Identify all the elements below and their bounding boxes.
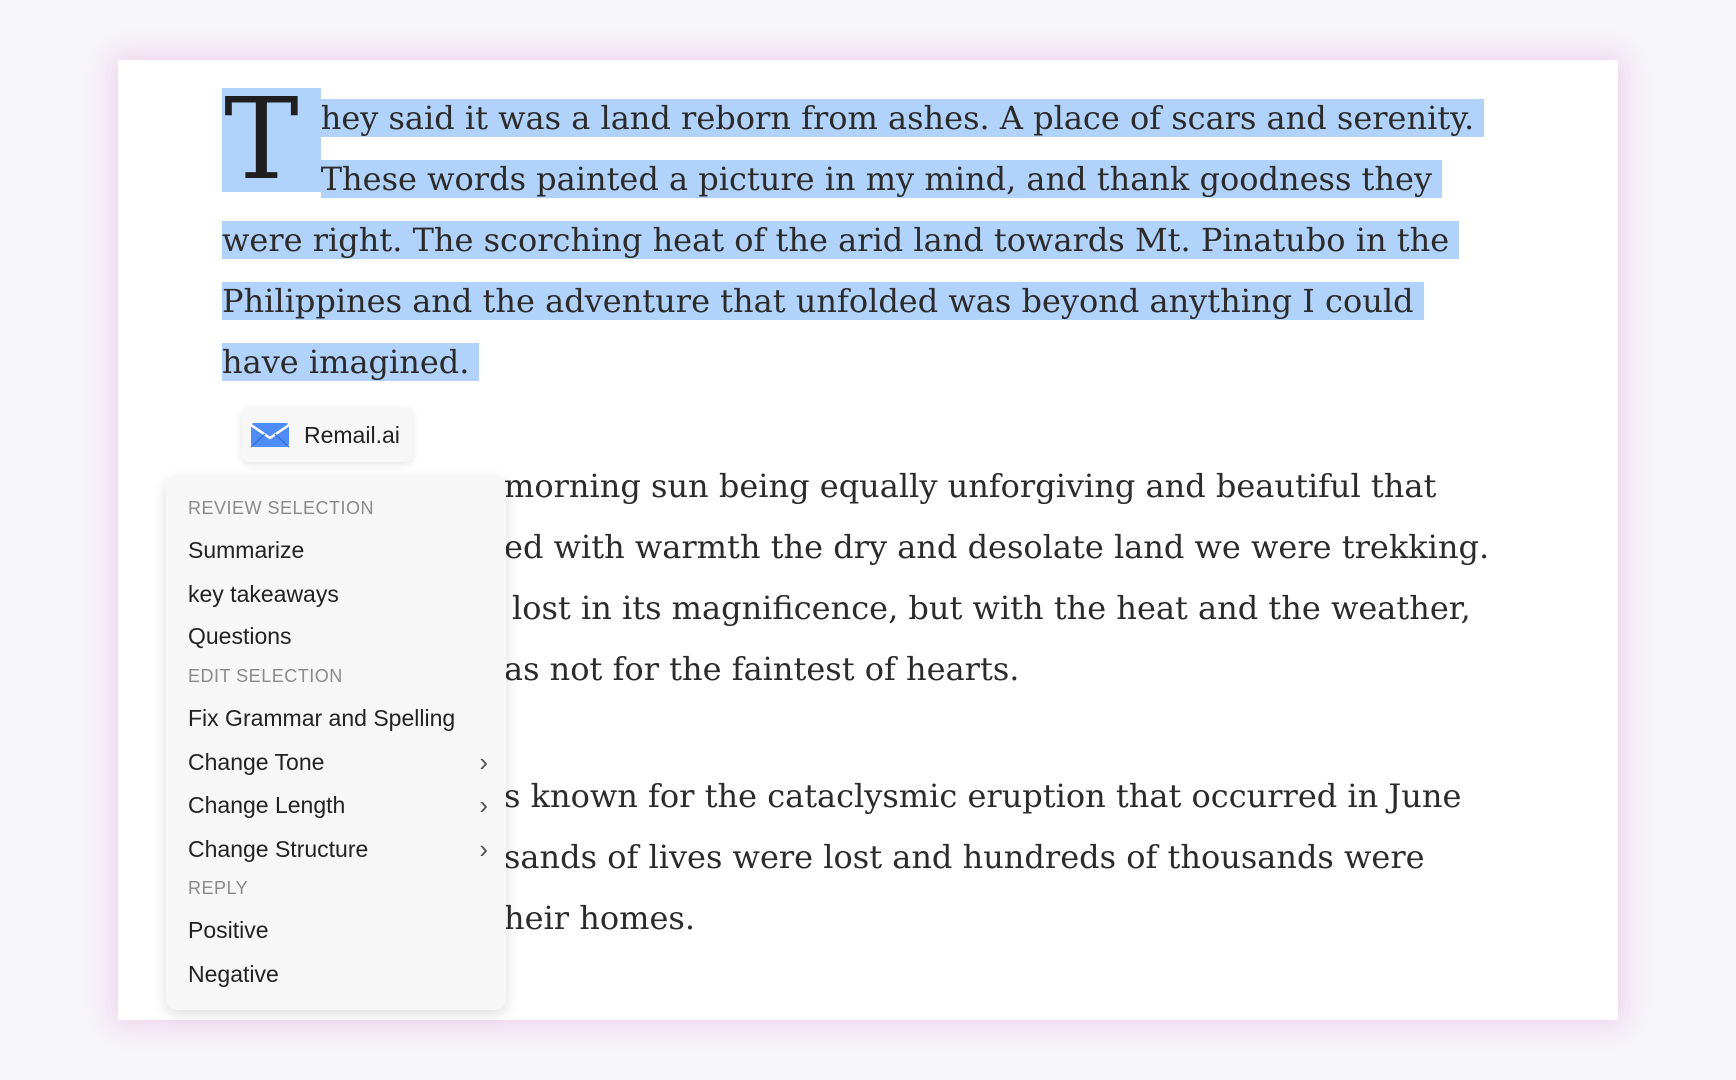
remail-label: Remail.ai xyxy=(304,421,400,448)
chevron-right-icon: › xyxy=(479,834,488,864)
summarize-menu-item[interactable]: Summarize xyxy=(188,532,488,568)
change-structure-label: Change Structure xyxy=(188,836,369,862)
text-line: Philippines and the adventure that unfol… xyxy=(222,282,1424,320)
review-selection-heading: REVIEW SELECTION xyxy=(188,498,375,518)
change-length-label: Change Length xyxy=(188,792,346,818)
positive-menu-item[interactable]: Positive xyxy=(188,912,488,948)
chevron-right-icon: › xyxy=(479,747,488,777)
text-line: were right. The scorching heat of the ar… xyxy=(222,221,1460,259)
chevron-right-icon: › xyxy=(479,790,488,820)
key-takeaways-label: key takeaways xyxy=(188,581,339,607)
reply-heading: REPLY xyxy=(188,878,249,898)
change-structure-menu-item[interactable]: Change Structure › xyxy=(188,831,488,867)
text-line: lost in its magnificence, but with the h… xyxy=(512,589,1471,627)
negative-label: Negative xyxy=(188,961,279,987)
text-line: sands of lives were lost and hundreds of… xyxy=(504,838,1425,876)
text-line: These words painted a picture in my mind… xyxy=(320,160,1443,198)
positive-label: Positive xyxy=(188,917,269,943)
paragraph-selected[interactable]: T hey said it was a land reborn from ash… xyxy=(222,84,1522,393)
text-line: ed with warmth the dry and desolate land… xyxy=(504,528,1490,566)
questions-menu-item[interactable]: Questions xyxy=(188,618,488,654)
text-line: as not for the faintest of hearts. xyxy=(504,650,1020,688)
text-line: have imagined. xyxy=(222,343,480,381)
change-tone-label: Change Tone xyxy=(188,749,325,775)
text-line: morning sun being equally unforgiving an… xyxy=(504,467,1437,505)
text-line: heir homes. xyxy=(504,899,695,937)
change-tone-menu-item[interactable]: Change Tone › xyxy=(188,744,488,780)
key-takeaways-menu-item[interactable]: key takeaways xyxy=(188,576,488,612)
edit-selection-heading: EDIT SELECTION xyxy=(188,666,343,686)
text-line: s known for the cataclysmic eruption tha… xyxy=(504,777,1462,815)
text-line: hey said it was a land reborn from ashes… xyxy=(320,99,1485,137)
negative-menu-item[interactable]: Negative xyxy=(188,956,488,992)
summarize-label: Summarize xyxy=(188,537,305,563)
fix-grammar-label: Fix Grammar and Spelling xyxy=(188,705,456,731)
remail-button[interactable]: Remail.ai xyxy=(242,408,412,462)
mail-icon xyxy=(250,423,290,448)
fix-grammar-menu-item[interactable]: Fix Grammar and Spelling xyxy=(188,700,488,736)
change-length-menu-item[interactable]: Change Length › xyxy=(188,787,488,823)
remail-context-menu: REVIEW SELECTION Summarize key takeaways… xyxy=(166,476,506,1010)
dropcap-letter: T xyxy=(222,84,321,196)
questions-label: Questions xyxy=(188,623,292,649)
